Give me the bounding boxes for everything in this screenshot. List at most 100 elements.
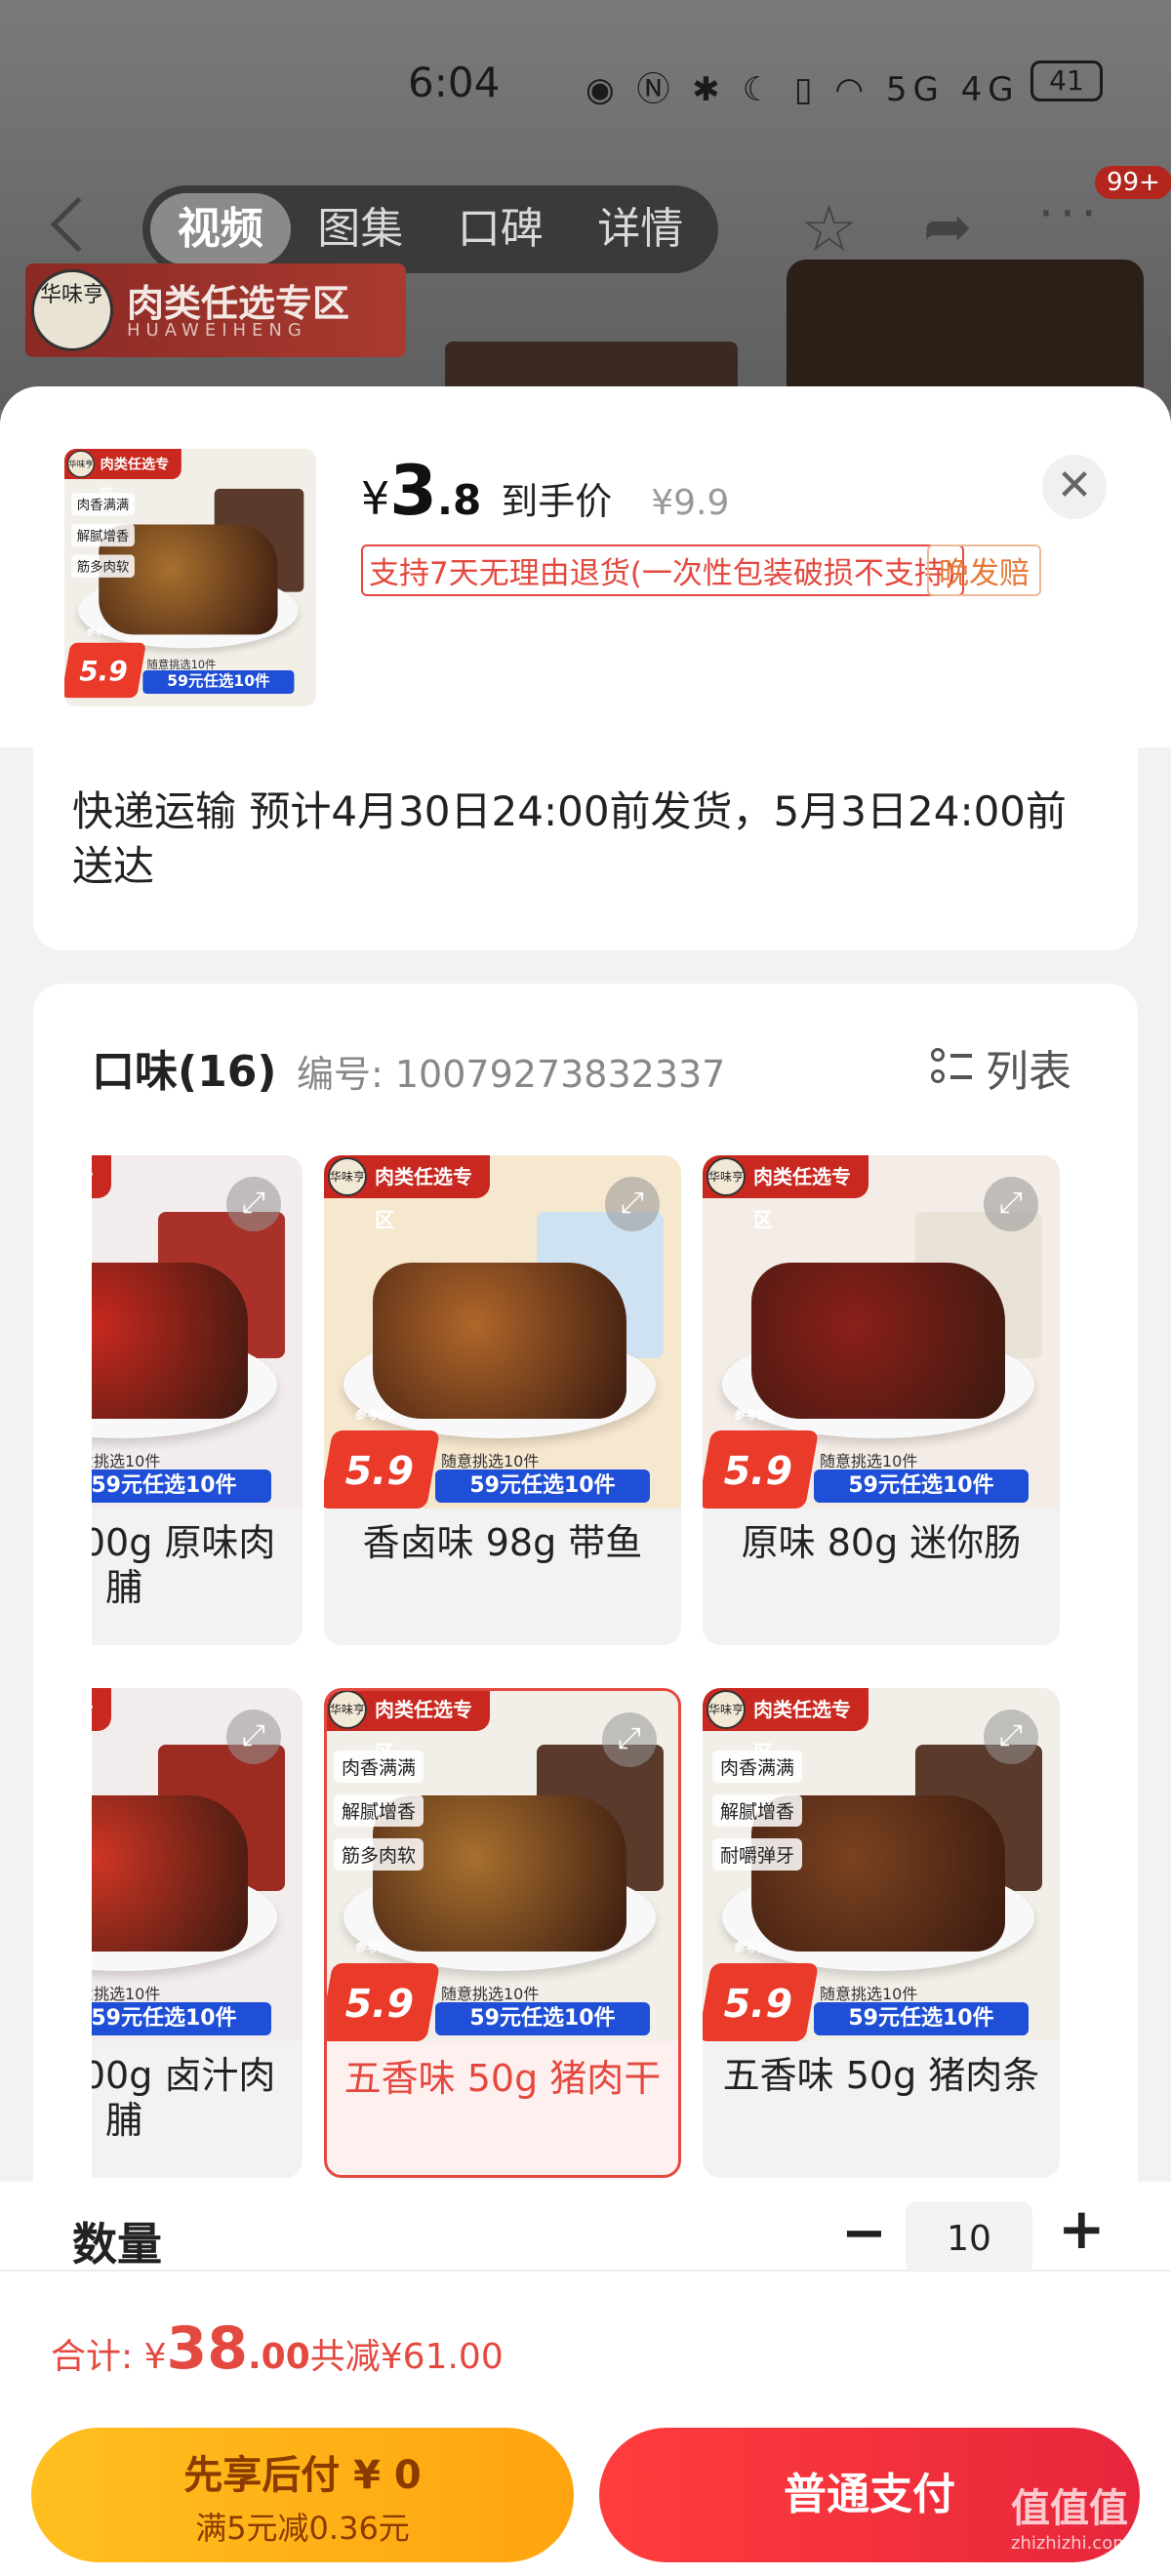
tab-video[interactable]: 视频 xyxy=(150,193,291,265)
flavor-option[interactable]: 肉类任选专区 华味亨 参考价: 5.9 随意挑选10件 59元任选10件 ⤢ 香卤味 98g … xyxy=(324,1155,681,1645)
promo-text: 随意挑选10件 xyxy=(92,1985,161,2003)
quantity-input[interactable] xyxy=(906,2201,1032,2275)
promo-strip: 肉类任选专区 xyxy=(92,1688,111,1731)
shipping-card: 快递运输 预计4月30日24:00前发货，5月3日24:00前送达 xyxy=(33,747,1138,950)
share-icon[interactable]: ➦ xyxy=(923,193,972,262)
action-buttons: 先享后付 ¥ 0 满5元减0.36元 普通支付 xyxy=(0,2414,1171,2576)
reference-price-label: 参考价: xyxy=(732,1408,775,1422)
feature-bullet: 耐嚼弹牙 xyxy=(712,1838,803,1871)
food-graphic xyxy=(751,1263,1005,1419)
final-price-label: 到手价 xyxy=(501,480,613,523)
promo-text: 随意挑选10件 xyxy=(146,658,217,671)
brand-logo: 华味亨 xyxy=(31,269,113,351)
reference-price-label: 参考价: xyxy=(85,626,116,637)
food-graphic xyxy=(92,1263,248,1419)
promo-offer: 59元任选10件 xyxy=(92,1469,271,1503)
price-decimal: .8 xyxy=(437,476,482,524)
expand-icon[interactable]: ⤢ xyxy=(984,1177,1038,1231)
brand-logo: 华味亨 xyxy=(707,1690,746,1729)
favorite-star-icon[interactable]: ☆ xyxy=(800,191,858,266)
expand-icon[interactable]: ⤢ xyxy=(226,1710,281,1764)
tab-details[interactable]: 详情 xyxy=(571,193,711,265)
close-button[interactable]: ✕ xyxy=(1042,455,1107,519)
late-delivery-tag: 晚发赔 xyxy=(927,544,1041,596)
battery-icon: 41 xyxy=(1030,60,1103,101)
expand-icon[interactable]: ⤢ xyxy=(605,1177,660,1231)
pay-later-button[interactable]: 先享后付 ¥ 0 满5元减0.36元 xyxy=(31,2428,574,2562)
quantity-increase-button[interactable]: + xyxy=(1058,2195,1106,2262)
media-tabs: 视频 图集 口碑 详情 xyxy=(142,185,718,273)
flavor-option[interactable]: 肉类任选专区 华味亨 参考价: 5.9 随意挑选10件 59元任选10件 ⤢ 原味 80g 迷… xyxy=(703,1155,1060,1645)
tab-reviews[interactable]: 口碑 xyxy=(430,193,571,265)
more-icon[interactable]: ··· xyxy=(1038,185,1103,242)
promo-offer: 59元任选10件 xyxy=(814,1469,1029,1503)
reference-price-badge: 参考价: 5.9 xyxy=(327,1941,441,2041)
sheet-header: 肉类任选专区华味亨肉香满满解腻增香筋多肉软参考价:5.9随意挑选10件59元任选… xyxy=(0,386,1171,747)
promo-text: 随意挑选10件 xyxy=(441,1985,540,2003)
brand-logo: 华味亨 xyxy=(328,1157,367,1196)
reference-price-badge: 参考价: 5.9 xyxy=(64,627,146,699)
feature-bullets: 肉香满满 解腻增香 筋多肉软 xyxy=(71,493,135,585)
total-discount: 共减¥61.00 xyxy=(309,2337,504,2377)
pay-later-label: 先享后付 ¥ 0 xyxy=(183,2453,422,2498)
promo-offer: 59元任选10件 xyxy=(142,669,295,694)
reference-price-label: 参考价: xyxy=(353,1941,396,1954)
expand-icon[interactable]: ⤢ xyxy=(226,1177,281,1231)
purchase-sheet: 肉类任选专区华味亨肉香满满解腻增香筋多肉软参考价:5.9随意挑选10件59元任选… xyxy=(0,386,1171,2576)
quantity-label: 数量 xyxy=(72,2218,162,2271)
promo-offer: 59元任选10件 xyxy=(435,2002,650,2035)
promo-offer: 59元任选10件 xyxy=(435,1469,650,1503)
flavor-label: 原味 100g 原味肉脯 xyxy=(92,1521,276,1609)
flavor-grid: 肉类任选专区华味亨鲜美小包装直发参考价:5.9随意挑选10件59元任选10件⤢原… xyxy=(92,1155,1079,2190)
expand-icon[interactable]: ⤢ xyxy=(602,1712,657,1767)
promo-text: 随意挑选10件 xyxy=(820,1452,918,1470)
price-row: ¥ 3 .8 到手价 ¥9.9 xyxy=(361,451,730,531)
flavor-label: 五香味 50g 猪肉条 xyxy=(722,2054,1040,2097)
total-integer: 38 xyxy=(166,2314,248,2383)
expand-icon[interactable]: ⤢ xyxy=(984,1710,1038,1764)
flavor-option[interactable]: 肉类任选专区华味亨鲜美小包装直发参考价:5.9随意挑选10件59元任选10件⤢原… xyxy=(92,1155,303,1645)
total-row: 合计: ¥ 38 .00 共减¥61.00 xyxy=(0,2270,1171,2416)
original-price: ¥9.9 xyxy=(651,483,730,523)
quantity-decrease-button[interactable]: − xyxy=(841,2201,887,2265)
watermark-site: zhizhizhi.com xyxy=(1011,2533,1130,2554)
food-graphic xyxy=(92,1795,248,1952)
status-bar: 6:04 ◉ Ⓝ ✱ ☾ ▯ ◠ 5G 4G 41 xyxy=(0,59,1171,117)
status-time: 6:04 xyxy=(408,59,501,106)
total-decimal: .00 xyxy=(247,2337,310,2377)
feature-bullet: 肉香满满 xyxy=(334,1751,424,1783)
promo-text: 随意挑选10件 xyxy=(820,1985,918,2003)
price-integer: 3 xyxy=(389,451,437,531)
notification-badge: 99+ xyxy=(1095,166,1171,199)
list-view-button[interactable]: 列表 xyxy=(931,1036,1071,1099)
selected-product-image[interactable]: 肉类任选专区华味亨肉香满满解腻增香筋多肉软参考价:5.9随意挑选10件59元任选… xyxy=(64,449,316,706)
shipping-info: 快递运输 预计4月30日24:00前发货，5月3日24:00前送达 xyxy=(72,787,1068,890)
reference-price-badge: 参考价: 5.9 xyxy=(703,1941,820,2041)
feature-bullet: 解腻增香 xyxy=(712,1794,803,1827)
return-policy-tag: 支持7天无理由退货(一次性包装破损不支持) xyxy=(361,544,964,596)
feature-bullet: 筋多肉软 xyxy=(71,554,135,578)
flavor-option[interactable]: 肉类任选专区华味亨肉香满满解腻增香筋多肉软参考价:5.9随意挑选10件59元任选… xyxy=(324,1688,681,2178)
background-page: 6:04 ◉ Ⓝ ✱ ☾ ▯ ◠ 5G 4G 41 视频 图集 口碑 详情 ☆ … xyxy=(0,0,1171,429)
sku-number: 编号: 10079273832337 xyxy=(297,1053,726,1096)
flavor-label: 原味 80g 迷你肠 xyxy=(741,1521,1022,1564)
flavor-option[interactable]: 肉类任选专区华味亨肉香小包装直发参考价:5.9随意挑选10件59元任选10件⤢辣… xyxy=(92,1688,303,2178)
food-graphic xyxy=(373,1263,626,1419)
watermark: 值值值 zhizhizhi.com xyxy=(1011,2476,1130,2554)
watermark-text: 值值值 xyxy=(1011,2486,1128,2531)
banner-subtitle: HUAWEIHENG xyxy=(127,320,307,341)
brand-logo: 华味亨 xyxy=(328,1691,367,1729)
reference-price-label: 参考价: xyxy=(353,1408,396,1422)
flavor-option[interactable]: 肉类任选专区华味亨肉香满满解腻增香耐嚼弹牙参考价:5.9随意挑选10件59元任选… xyxy=(703,1688,1060,2178)
feature-bullets: 肉香满满 解腻增香 耐嚼弹牙 xyxy=(712,1751,803,1882)
flavor-label: 香卤味 98g 带鱼 xyxy=(362,1521,643,1564)
tab-gallery[interactable]: 图集 xyxy=(291,193,431,265)
reference-price-badge: 参考价: 5.9 xyxy=(324,1408,441,1509)
pay-later-promo: 满5元减0.36元 xyxy=(195,2510,410,2547)
feature-bullet: 解腻增香 xyxy=(71,523,135,547)
reference-price-badge: 参考价: 5.9 xyxy=(703,1408,820,1509)
flavor-title: 口味(16) xyxy=(92,1047,277,1097)
promo-text: 随意挑选10件 xyxy=(441,1452,540,1470)
back-arrow-icon[interactable] xyxy=(50,196,106,253)
promo-offer: 59元任选10件 xyxy=(814,2002,1029,2035)
